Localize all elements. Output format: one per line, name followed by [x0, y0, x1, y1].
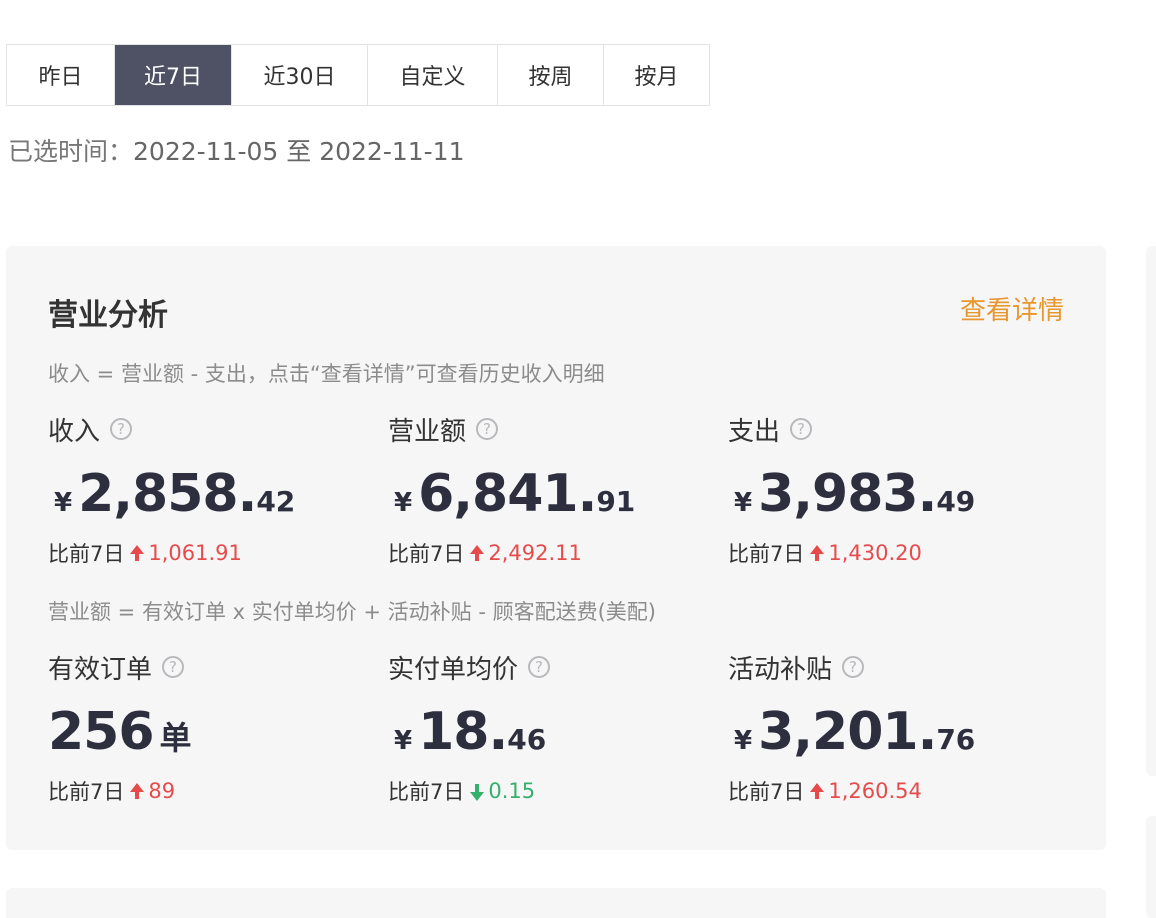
- tab-by-week[interactable]: 按周: [498, 45, 604, 105]
- metric-label: 有效订单: [48, 654, 153, 685]
- metric-label: 活动补贴: [728, 654, 833, 685]
- metric-value: ¥ 3,983. 49: [728, 464, 1048, 526]
- metric-value: 256 单: [48, 702, 368, 764]
- view-details-link[interactable]: 查看详情: [960, 290, 1064, 327]
- currency-symbol: ¥: [734, 488, 753, 518]
- metric-value: ¥ 2,858. 42: [48, 464, 368, 526]
- currency-symbol: ¥: [54, 488, 73, 518]
- value-decimal: 42: [256, 485, 296, 518]
- compare-label: 比前7日: [48, 542, 125, 566]
- comparison: 比前7日 2,492.11: [388, 538, 708, 568]
- arrow-up-icon: [810, 544, 825, 561]
- value-integer: 18.: [418, 702, 508, 762]
- adjacent-card-edge: [1146, 816, 1156, 918]
- delta-value: 2,492.11: [488, 541, 582, 565]
- tab-yesterday[interactable]: 昨日: [7, 45, 115, 105]
- value-unit: 单: [159, 719, 192, 757]
- help-icon[interactable]: ?: [162, 656, 185, 678]
- compare-label: 比前7日: [728, 542, 805, 566]
- business-analysis-card: 营业分析 查看详情 收入 = 营业额 - 支出，点击“查看详情”可查看历史收入明…: [6, 246, 1106, 850]
- selected-range-prefix: 已选时间：: [8, 137, 134, 166]
- compare-label: 比前7日: [48, 780, 125, 804]
- delta-value: 0.15: [488, 779, 536, 803]
- metric-label: 实付单均价: [388, 654, 519, 685]
- help-icon[interactable]: ?: [476, 418, 499, 440]
- delta-value: 1,061.91: [148, 541, 242, 565]
- metric-value: ¥ 3,201. 76: [728, 702, 1048, 764]
- metric-label: 收入: [48, 416, 101, 447]
- arrow-up-icon: [130, 544, 145, 561]
- currency-symbol: ¥: [734, 726, 753, 756]
- date-range-tabs: 昨日 近7日 近30日 自定义 按周 按月: [6, 44, 710, 106]
- help-icon[interactable]: ?: [842, 656, 865, 678]
- arrow-up-icon: [130, 782, 145, 799]
- comparison: 比前7日 1,430.20: [728, 538, 1048, 568]
- value-integer: 2,858.: [78, 464, 257, 524]
- currency-symbol: ¥: [394, 488, 413, 518]
- arrow-down-icon: [470, 783, 485, 801]
- metric-revenue: 营业额 ? ¥ 6,841. 91 比前7日 2,492.11: [388, 412, 708, 568]
- value-decimal: 91: [596, 485, 636, 518]
- arrow-up-icon: [470, 544, 485, 561]
- arrow-up-icon: [810, 782, 825, 799]
- metric-avg-order-price: 实付单均价 ? ¥ 18. 46 比前7日 0.15: [388, 650, 708, 806]
- value-integer: 256: [48, 702, 155, 762]
- metric-value: ¥ 6,841. 91: [388, 464, 708, 526]
- metric-label: 支出: [728, 416, 781, 447]
- tab-custom[interactable]: 自定义: [368, 45, 498, 105]
- value-decimal: 76: [936, 723, 976, 756]
- compare-label: 比前7日: [388, 542, 465, 566]
- value-decimal: 49: [936, 485, 976, 518]
- value-decimal: 46: [507, 723, 547, 756]
- help-icon[interactable]: ?: [528, 656, 551, 678]
- metric-promo-subsidy: 活动补贴 ? ¥ 3,201. 76 比前7日 1,260.54: [728, 650, 1048, 806]
- page: 昨日 近7日 近30日 自定义 按周 按月 已选时间：2022-11-05 至 …: [0, 0, 1156, 918]
- comparison: 比前7日 1,260.54: [728, 776, 1048, 806]
- revenue-formula: 营业额 = 有效订单 x 实付单均价 + 活动补贴 - 顾客配送费(美配): [48, 600, 656, 624]
- metric-income: 收入 ? ¥ 2,858. 42 比前7日 1,061.91: [48, 412, 368, 568]
- help-icon[interactable]: ?: [110, 418, 133, 440]
- metric-label: 营业额: [388, 416, 467, 447]
- compare-label: 比前7日: [388, 780, 465, 804]
- income-formula: 收入 = 营业额 - 支出，点击“查看详情”可查看历史收入明细: [48, 362, 605, 386]
- metric-value: ¥ 18. 46: [388, 702, 708, 764]
- delta-value: 1,260.54: [828, 779, 922, 803]
- selected-range-dates: 2022-11-05 至 2022-11-11: [133, 137, 465, 166]
- comparison: 比前7日 1,061.91: [48, 538, 368, 568]
- value-integer: 3,201.: [758, 702, 937, 762]
- currency-symbol: ¥: [394, 726, 413, 756]
- card-title: 营业分析: [48, 298, 168, 333]
- comparison: 比前7日 0.15: [388, 776, 708, 806]
- tab-last-30-days[interactable]: 近30日: [232, 45, 368, 105]
- selected-range: 已选时间：2022-11-05 至 2022-11-11: [8, 132, 465, 168]
- metric-valid-orders: 有效订单 ? 256 单 比前7日 89: [48, 650, 368, 806]
- tab-by-month[interactable]: 按月: [604, 45, 709, 105]
- adjacent-card-edge: [1146, 246, 1156, 776]
- compare-label: 比前7日: [728, 780, 805, 804]
- value-integer: 6,841.: [418, 464, 597, 524]
- help-icon[interactable]: ?: [790, 418, 813, 440]
- metric-expense: 支出 ? ¥ 3,983. 49 比前7日 1,430.20: [728, 412, 1048, 568]
- value-integer: 3,983.: [758, 464, 937, 524]
- comparison: 比前7日 89: [48, 776, 368, 806]
- next-card: [6, 888, 1106, 918]
- delta-value: 1,430.20: [828, 541, 922, 565]
- delta-value: 89: [148, 779, 176, 803]
- tab-last-7-days[interactable]: 近7日: [115, 45, 232, 105]
